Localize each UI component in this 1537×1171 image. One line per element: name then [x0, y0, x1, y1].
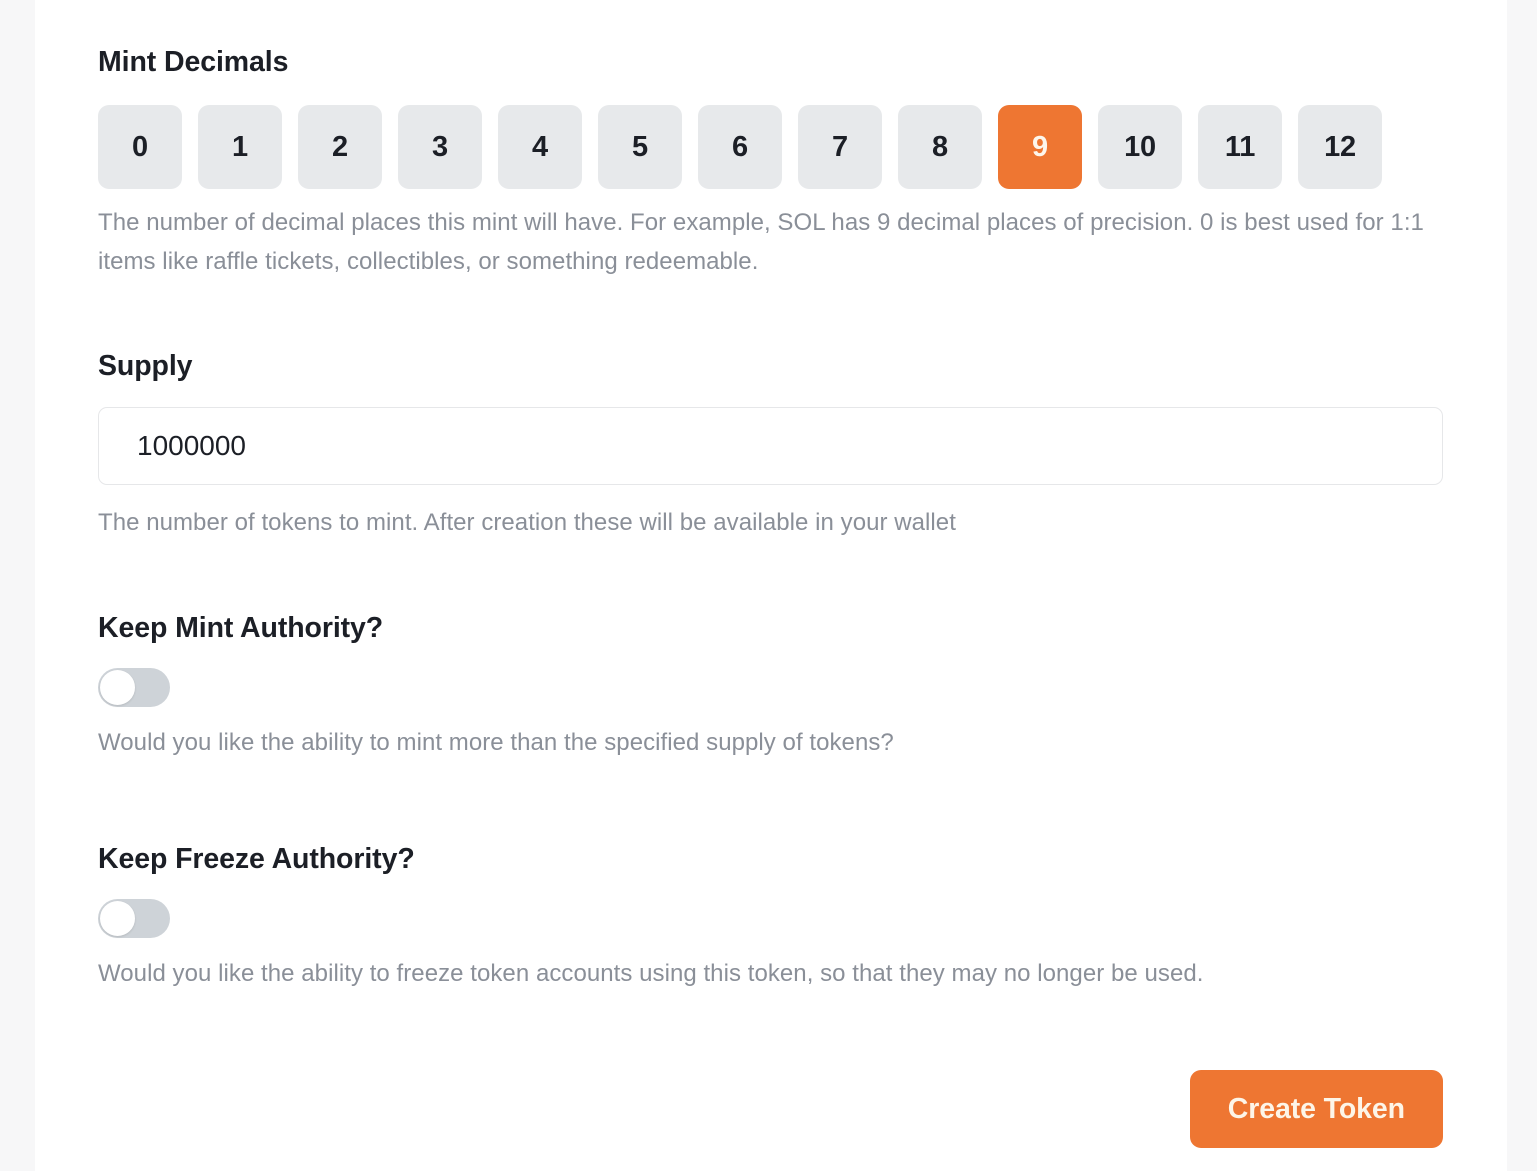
- mint-decimals-label: Mint Decimals: [98, 48, 288, 77]
- keep-mint-authority-help-text: Would you like the ability to mint more …: [98, 724, 894, 763]
- page-root: Mint Decimals 0123456789101112 The numbe…: [0, 0, 1537, 1171]
- supply-help-text: The number of tokens to mint. After crea…: [98, 504, 956, 543]
- token-creation-card: Mint Decimals 0123456789101112 The numbe…: [35, 0, 1507, 1171]
- mint-decimals-option-3[interactable]: 3: [398, 105, 482, 189]
- toggle-knob-icon: [100, 670, 135, 705]
- mint-decimals-option-5[interactable]: 5: [598, 105, 682, 189]
- supply-label: Supply: [98, 352, 192, 381]
- mint-decimals-option-11[interactable]: 11: [1198, 105, 1282, 189]
- create-token-button[interactable]: Create Token: [1190, 1070, 1443, 1148]
- mint-decimals-option-2[interactable]: 2: [298, 105, 382, 189]
- supply-input[interactable]: [98, 407, 1443, 485]
- keep-freeze-authority-label: Keep Freeze Authority?: [98, 845, 415, 874]
- toggle-knob-icon: [100, 901, 135, 936]
- mint-decimals-option-4[interactable]: 4: [498, 105, 582, 189]
- mint-decimals-option-9[interactable]: 9: [998, 105, 1082, 189]
- keep-mint-authority-label: Keep Mint Authority?: [98, 614, 383, 643]
- mint-decimals-option-7[interactable]: 7: [798, 105, 882, 189]
- mint-decimals-option-1[interactable]: 1: [198, 105, 282, 189]
- mint-decimals-option-12[interactable]: 12: [1298, 105, 1382, 189]
- mint-decimals-help-text: The number of decimal places this mint w…: [98, 204, 1430, 282]
- mint-decimals-option-6[interactable]: 6: [698, 105, 782, 189]
- mint-decimals-option-8[interactable]: 8: [898, 105, 982, 189]
- mint-decimals-option-0[interactable]: 0: [98, 105, 182, 189]
- form-actions: Create Token: [98, 1070, 1443, 1148]
- mint-decimals-option-10[interactable]: 10: [1098, 105, 1182, 189]
- keep-freeze-authority-help-text: Would you like the ability to freeze tok…: [98, 955, 1203, 994]
- keep-freeze-authority-toggle[interactable]: [98, 899, 170, 938]
- mint-decimals-options: 0123456789101112: [98, 105, 1382, 189]
- keep-mint-authority-toggle[interactable]: [98, 668, 170, 707]
